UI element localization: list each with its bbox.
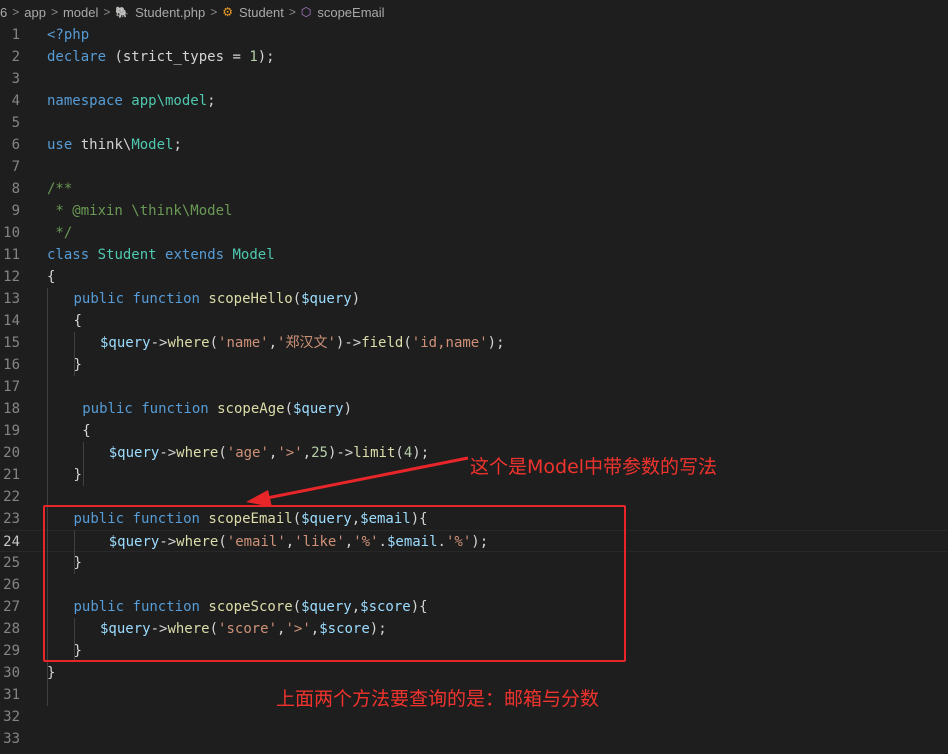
annotation-arrow-text: 这个是Model中带参数的写法 [470, 456, 718, 478]
annotation-arrow [246, 456, 469, 507]
annotation-bottom-text: 上面两个方法要查询的是：邮箱与分数 [276, 688, 600, 710]
